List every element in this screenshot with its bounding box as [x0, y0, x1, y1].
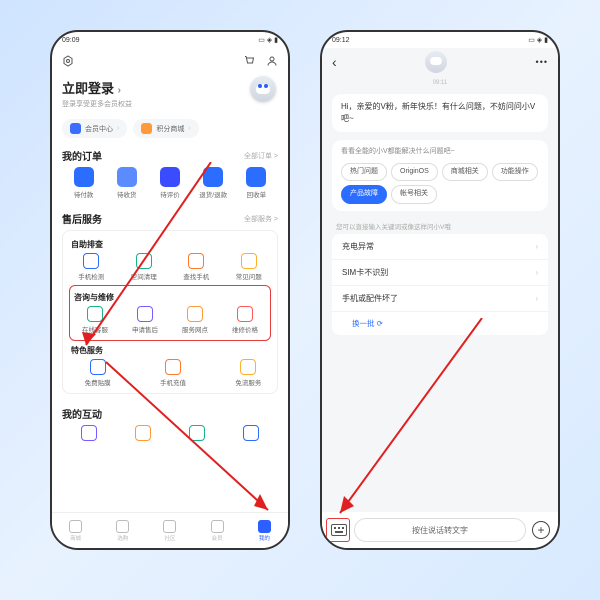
status-icons: ▭ ◈ ▮ — [258, 36, 278, 44]
group2-row: 在线客服申请售后服务网点维修价格 — [70, 306, 270, 334]
service-box: 自助排查 手机检测空间清理查找手机常见问题 咨询与维修 在线客服申请售后服务网点… — [62, 230, 278, 394]
help-hint: 看看全能的小V都能解决什么问题吧~ — [341, 147, 539, 158]
avatar[interactable] — [250, 76, 276, 102]
tab-0[interactable]: 商城 — [69, 520, 82, 542]
grid-item[interactable] — [62, 425, 116, 441]
login-block[interactable]: 立即登录 › 登录享受更多会员权益 — [52, 74, 288, 115]
input-bar: 按住说话转文字 + — [322, 512, 558, 548]
bot-avatar — [425, 51, 447, 73]
back-icon[interactable]: ‹ — [332, 54, 337, 70]
header — [52, 48, 288, 74]
grid-item[interactable]: 申请售后 — [120, 306, 170, 334]
chip[interactable]: 热门问题 — [341, 163, 387, 182]
grid-item[interactable]: 免费贴膜 — [71, 359, 124, 387]
plus-button[interactable]: + — [532, 521, 550, 539]
question-row[interactable]: 手机或配件坏了› — [332, 286, 548, 312]
group3-row: 免费贴膜手机充值免流服务 — [65, 359, 275, 387]
grid-item[interactable]: 回收单 — [235, 167, 278, 199]
chip[interactable]: OriginOS — [391, 163, 438, 182]
settings-icon[interactable] — [62, 55, 74, 67]
grid-item[interactable]: 手机检测 — [65, 253, 118, 281]
tab-1[interactable]: 选购 — [116, 520, 129, 542]
chip[interactable]: 产品故障 — [341, 185, 387, 204]
service-more[interactable]: 全部服务 > — [244, 214, 278, 224]
pill[interactable]: 会员中心 › — [62, 119, 127, 138]
status-time: 09:12 — [332, 37, 350, 44]
group2-highlight: 咨询与维修 在线客服申请售后服务网点维修价格 — [69, 285, 271, 341]
grid-item[interactable]: 待评价 — [148, 167, 191, 199]
question-row[interactable]: SIM卡不识别› — [332, 260, 548, 286]
grid-item[interactable] — [224, 425, 278, 441]
grid-item[interactable]: 服务网点 — [170, 306, 220, 334]
pill[interactable]: 积分商城 › — [133, 119, 198, 138]
questions-list: 充电异常›SIM卡不识别›手机或配件坏了› — [322, 234, 558, 312]
interact-title: 我的互动 — [62, 406, 102, 421]
grid-item[interactable]: 退货/退款 — [192, 167, 235, 199]
grid-item[interactable] — [170, 425, 224, 441]
status-time: 09:09 — [62, 37, 80, 44]
refresh-button[interactable]: 换一批 ⟳ — [332, 312, 548, 335]
interact-section: 我的互动 — [52, 402, 288, 449]
status-icons: ▭ ◈ ▮ — [528, 36, 548, 44]
grid-item[interactable]: 待付款 — [62, 167, 105, 199]
grid-item[interactable]: 手机充值 — [146, 359, 199, 387]
tab-3[interactable]: 会员 — [211, 520, 224, 542]
chat-body: ‹ ••• 09:11 Hi，亲爱的V粉，新年快乐！有什么问题，不妨问问小V吧~… — [322, 48, 558, 548]
orders-title: 我的订单 — [62, 148, 102, 163]
chip[interactable]: 功能操作 — [492, 163, 538, 182]
service-section: 售后服务 全部服务 > 自助排查 手机检测空间清理查找手机常见问题 咨询与维修 在… — [52, 207, 288, 402]
question-row[interactable]: 充电异常› — [332, 234, 548, 260]
group3-title: 特色服务 — [65, 345, 275, 356]
help-bubble: 看看全能的小V都能解决什么问题吧~ 热门问题OriginOS商城相关功能操作产品… — [332, 140, 548, 211]
orders-more[interactable]: 全部订单 > — [244, 151, 278, 161]
tab-bar: 商城 选购 社区 会员 我的 — [52, 512, 288, 548]
status-bar: 09:09 ▭ ◈ ▮ — [52, 32, 288, 48]
phone-left: 09:09 ▭ ◈ ▮ 立即登录 › 登录享受更多会员权益 会员中心 › 积分商城… — [50, 30, 290, 550]
service-title: 售后服务 — [62, 211, 102, 226]
orders-section: 我的订单 全部订单 > 待付款待收货待评价退货/退款回收单 — [52, 144, 288, 207]
voice-input[interactable]: 按住说话转文字 — [354, 518, 526, 542]
grid-item[interactable]: 在线客服 — [70, 306, 120, 334]
group1-row: 手机检测空间清理查找手机常见问题 — [65, 253, 275, 281]
interact-row — [62, 425, 278, 441]
grid-item[interactable] — [116, 425, 170, 441]
tab-4[interactable]: 我的 — [258, 520, 271, 542]
keyboard-highlight — [326, 518, 350, 542]
status-bar: 09:12 ▭ ◈ ▮ — [322, 32, 558, 48]
phone-right: 09:12 ▭ ◈ ▮ ‹ ••• 09:11 Hi，亲爱的V粉，新年快乐！有什… — [320, 30, 560, 550]
grid-item[interactable]: 查找手机 — [170, 253, 223, 281]
pills-row: 会员中心 › 积分商城 › — [52, 115, 288, 144]
profile-icon[interactable] — [266, 55, 278, 67]
chip[interactable]: 帐号相关 — [391, 185, 437, 204]
orders-row: 待付款待收货待评价退货/退款回收单 — [62, 167, 278, 199]
chat-header: ‹ ••• — [322, 48, 558, 76]
group1-title: 自助排查 — [65, 239, 275, 250]
chat-timestamp: 09:11 — [322, 80, 558, 86]
q-hint: 您可以直接输入关键词或像这样问小V哦 — [336, 221, 544, 231]
more-icon[interactable]: ••• — [536, 57, 548, 67]
login-title: 立即登录 — [62, 81, 114, 96]
grid-item[interactable]: 待收货 — [105, 167, 148, 199]
chip[interactable]: 商城相关 — [442, 163, 488, 182]
greeting-bubble: Hi，亲爱的V粉，新年快乐！有什么问题，不妨问问小V吧~ — [332, 94, 548, 132]
grid-item[interactable]: 免流服务 — [222, 359, 275, 387]
cart-icon[interactable] — [244, 55, 256, 67]
group2-title: 咨询与维修 — [70, 292, 270, 303]
grid-item[interactable]: 常见问题 — [223, 253, 276, 281]
login-subtitle: 登录享受更多会员权益 — [62, 99, 278, 109]
tab-2[interactable]: 社区 — [163, 520, 176, 542]
grid-item[interactable]: 维修价格 — [220, 306, 270, 334]
chips-row: 热门问题OriginOS商城相关功能操作产品故障帐号相关 — [341, 163, 539, 204]
grid-item[interactable]: 空间清理 — [118, 253, 171, 281]
